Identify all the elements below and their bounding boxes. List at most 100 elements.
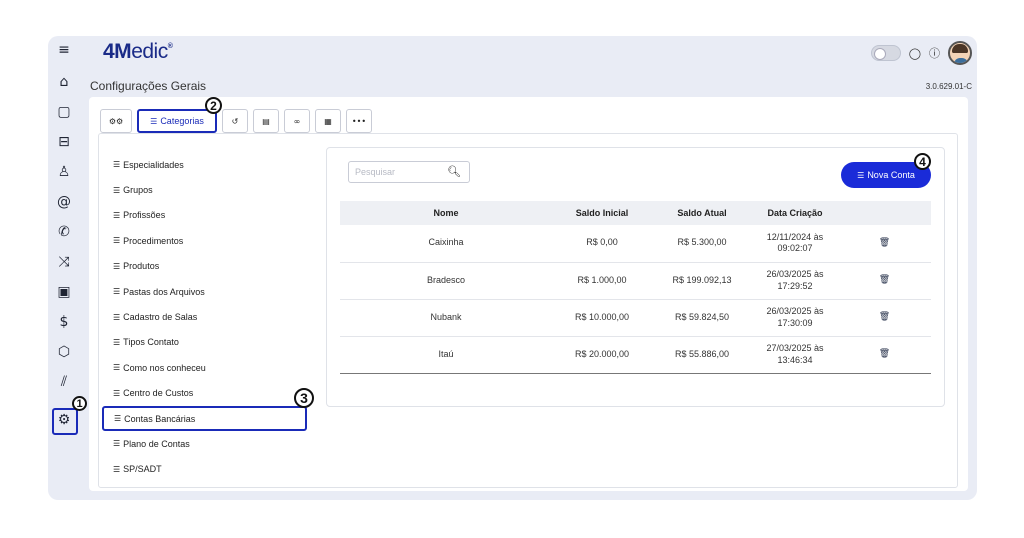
category-list: ☰ Especialidades ☰ Grupos ☰ Profissões ☰ Proced… bbox=[102, 152, 307, 482]
tab-categorias[interactable]: ☰ Categorias bbox=[137, 109, 217, 133]
menu-icon[interactable]: ≡ bbox=[56, 42, 72, 58]
category-item[interactable]: ☰ Produtos bbox=[111, 254, 307, 279]
list-icon: ☰ bbox=[857, 170, 865, 180]
time-line: 09:02:07 bbox=[777, 243, 813, 254]
dollar-icon[interactable]: $ bbox=[56, 314, 72, 330]
settings-tabs: ⚙⚙ ☰ Categorias ↺ ▤ ∞ ▦ ••• bbox=[100, 109, 372, 133]
home-icon[interactable]: ⌂ bbox=[56, 74, 72, 90]
col-actions bbox=[838, 201, 931, 225]
list-icon: ☰ bbox=[113, 388, 121, 398]
category-label: Tipos Contato bbox=[123, 337, 179, 348]
tab-calendar[interactable]: ▦ bbox=[315, 109, 341, 133]
list-icon: ☰ bbox=[113, 287, 121, 297]
cell-nome: Caixinha bbox=[340, 225, 552, 263]
trash-icon[interactable]: 🗑︎ bbox=[879, 275, 890, 285]
category-label: Plano de Contas bbox=[123, 438, 190, 449]
tab-card[interactable]: ▤ bbox=[253, 109, 279, 133]
clipboard-icon[interactable]: ▣ bbox=[56, 284, 72, 300]
tab-label: Categorias bbox=[160, 116, 204, 126]
category-item[interactable]: ☰ Grupos bbox=[111, 177, 307, 202]
gears-icon: ⚙⚙ bbox=[108, 116, 124, 126]
category-item[interactable]: ☰ Pastas dos Arquivos bbox=[111, 279, 307, 304]
category-item[interactable]: ☰ Plano de Contas bbox=[111, 431, 307, 456]
cell-saldo-inicial: R$ 20.000,00 bbox=[552, 336, 652, 374]
list-icon: ☰ bbox=[113, 160, 121, 170]
cell-actions: 🗑︎ bbox=[838, 299, 931, 337]
chat-icon[interactable]: ◯ bbox=[909, 47, 921, 60]
badge-4: 4 bbox=[914, 153, 931, 170]
category-label: Contas Bancárias bbox=[124, 413, 196, 424]
category-item[interactable]: ☰ Especialidades bbox=[111, 152, 307, 177]
link-icon: ∞ bbox=[293, 116, 301, 126]
search-icon[interactable]: 🔍︎ bbox=[447, 165, 461, 178]
cell-saldo-inicial: R$ 1.000,00 bbox=[552, 262, 652, 300]
tab-more[interactable]: ••• bbox=[346, 109, 372, 133]
chart-icon[interactable]: ⫽ bbox=[56, 374, 72, 390]
calendar-icon[interactable]: ▢ bbox=[56, 104, 72, 120]
more-icon: ••• bbox=[351, 116, 367, 126]
category-item[interactable]: ☰ Contas Bancárias bbox=[102, 405, 307, 432]
search-input[interactable] bbox=[349, 162, 443, 182]
category-item[interactable]: ☰ Profissões bbox=[111, 203, 307, 228]
badge-1: 1 bbox=[72, 396, 87, 411]
time-line: 13:46:34 bbox=[777, 354, 813, 365]
highlight-settings bbox=[52, 408, 78, 435]
category-label: Como nos conheceu bbox=[123, 362, 206, 373]
time-line: 17:30:09 bbox=[777, 317, 813, 328]
list-icon: ☰ bbox=[113, 185, 121, 195]
category-item[interactable]: ☰ Como nos conheceu bbox=[111, 355, 307, 380]
table-row: Itaú R$ 20.000,00 R$ 55.886,00 27/03/2025 à… bbox=[340, 336, 931, 374]
col-nome: Nome bbox=[340, 201, 552, 225]
history-icon: ↺ bbox=[231, 116, 239, 126]
list-icon: ☰ bbox=[113, 210, 121, 220]
category-label: SP/SADT bbox=[123, 464, 162, 475]
list-icon: ☰ bbox=[113, 312, 121, 322]
cell-actions: 🗑︎ bbox=[838, 225, 931, 263]
time-line: 17:29:52 bbox=[777, 280, 813, 291]
cell-data-criacao: 26/03/2025 às 17:29:52 bbox=[752, 262, 838, 300]
shuffle-icon[interactable]: ⤨ bbox=[56, 254, 72, 270]
date-line: 12/11/2024 às bbox=[766, 231, 824, 242]
col-saldo-inicial: Saldo Inicial bbox=[552, 201, 652, 225]
tab-general[interactable]: ⚙⚙ bbox=[100, 109, 132, 133]
category-label: Grupos bbox=[123, 185, 153, 196]
list-icon: ☰ bbox=[113, 439, 121, 449]
cell-saldo-inicial: R$ 10.000,00 bbox=[552, 299, 652, 337]
tab-history[interactable]: ↺ bbox=[222, 109, 248, 133]
category-label: Especialidades bbox=[123, 159, 184, 170]
avatar[interactable] bbox=[948, 41, 972, 65]
accounts-table: Nome Saldo Inicial Saldo Atual Data Cria… bbox=[340, 201, 931, 374]
category-item[interactable]: ☰ Tipos Contato bbox=[111, 330, 307, 355]
cell-data-criacao: 12/11/2024 às 09:02:07 bbox=[752, 225, 838, 263]
tab-link[interactable]: ∞ bbox=[284, 109, 310, 133]
trash-icon[interactable]: 🗑︎ bbox=[879, 349, 890, 359]
user-icon[interactable]: ♙ bbox=[56, 164, 72, 180]
cell-saldo-atual: R$ 55.886,00 bbox=[652, 336, 752, 374]
category-label: Cadastro de Salas bbox=[123, 312, 198, 323]
at-icon[interactable]: @ bbox=[56, 194, 72, 210]
list-icon: ☰ bbox=[113, 363, 121, 373]
search-box: 🔍︎ bbox=[348, 161, 470, 183]
top-right-controls: ◯ ⓘ bbox=[870, 40, 972, 66]
phone-icon[interactable]: ✆ bbox=[56, 224, 72, 240]
category-item[interactable]: ☰ Procedimentos bbox=[111, 228, 307, 253]
theme-toggle[interactable] bbox=[870, 45, 901, 61]
box-icon[interactable]: ⬡ bbox=[56, 344, 72, 360]
help-icon[interactable]: ⓘ bbox=[929, 45, 940, 61]
trash-icon[interactable]: 🗑︎ bbox=[879, 312, 890, 322]
category-item[interactable]: ☰ SP/SADT bbox=[111, 457, 307, 482]
sofa-icon[interactable]: ⊟ bbox=[56, 134, 72, 150]
trash-icon[interactable]: 🗑︎ bbox=[879, 238, 890, 248]
category-item[interactable]: ☰ Centro de Custos bbox=[111, 381, 307, 406]
list-icon: ☰ bbox=[114, 414, 122, 424]
cell-saldo-atual: R$ 59.824,50 bbox=[652, 299, 752, 337]
table-row: Bradesco R$ 1.000,00 R$ 199.092,13 26/03/20… bbox=[340, 262, 931, 300]
category-label: Profissões bbox=[123, 210, 166, 221]
date-line: 27/03/2025 às bbox=[766, 342, 824, 353]
category-item[interactable]: ☰ Cadastro de Salas bbox=[111, 304, 307, 329]
cell-saldo-atual: R$ 5.300,00 bbox=[652, 225, 752, 263]
category-label: Pastas dos Arquivos bbox=[123, 286, 205, 297]
logo[interactable]: 4Medic® bbox=[103, 40, 173, 64]
list-icon: ☰ bbox=[113, 464, 121, 474]
list-icon: ☰ bbox=[113, 261, 121, 271]
